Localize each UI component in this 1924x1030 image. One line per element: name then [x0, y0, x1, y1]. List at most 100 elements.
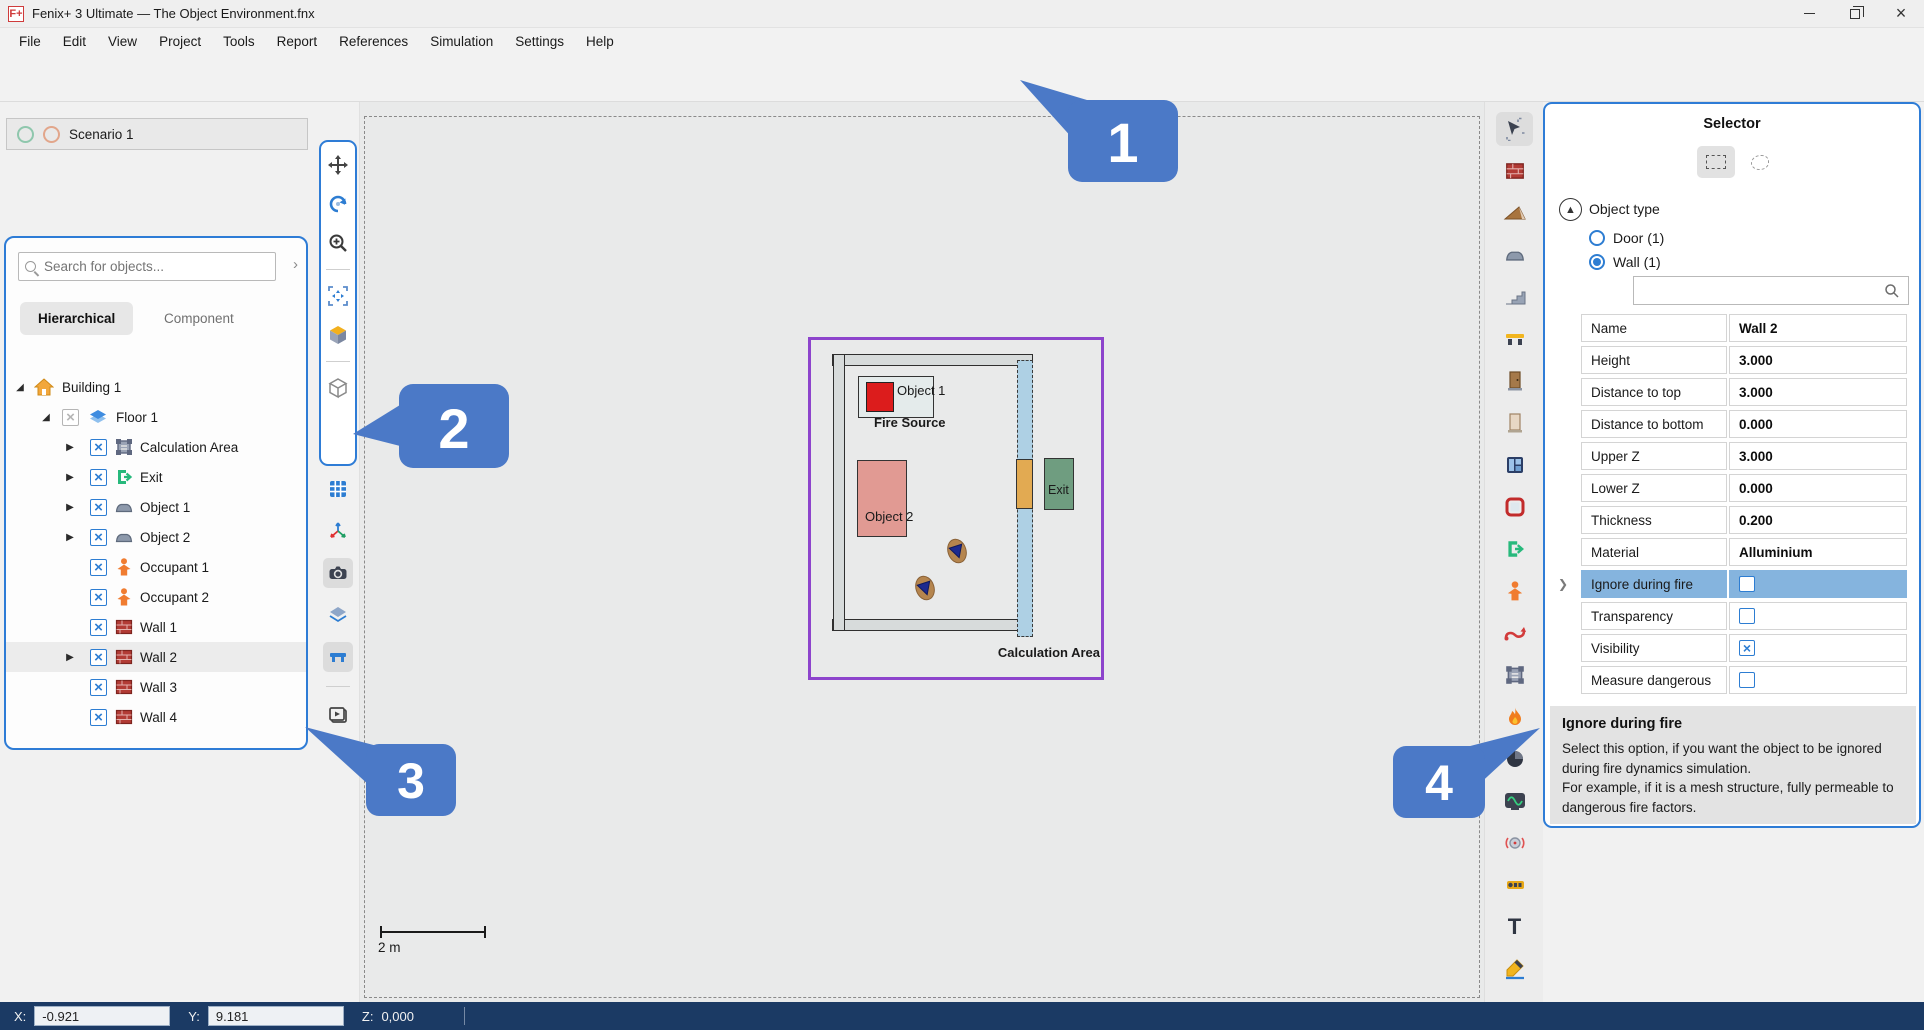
move-tool-button[interactable] [323, 150, 353, 180]
expander-collapsed-icon[interactable]: ▶ [64, 502, 76, 513]
visibility-checkbox[interactable]: × [90, 469, 107, 486]
device-tool-button[interactable] [1496, 868, 1533, 902]
tree-item-occupant-1[interactable]: × Occupant 1 [6, 552, 306, 582]
exit-tool-button[interactable] [1496, 532, 1533, 566]
tree-item-wall-2[interactable]: ▶ × Wall 2 [6, 642, 306, 672]
tree-item-object-2[interactable]: ▶ × Object 2 [6, 522, 306, 552]
axes-toggle-button[interactable] [323, 516, 353, 546]
row-expand-chevron-icon[interactable]: ❯ [1545, 568, 1581, 600]
occupant-2-marker[interactable] [912, 573, 938, 603]
transparency-checkbox[interactable] [1739, 608, 1755, 624]
visibility-checkbox[interactable]: × [90, 529, 107, 546]
tab-hierarchical[interactable]: Hierarchical [20, 302, 133, 335]
tree-item-calculation-area[interactable]: ▶ × Calculation Area [6, 432, 306, 462]
tree-item-wall-3[interactable]: × Wall 3 [6, 672, 306, 702]
lasso-select-mode-button[interactable] [1741, 146, 1779, 178]
object-type-option-door[interactable]: Door (1) [1589, 230, 1664, 246]
fit-selection-tool-button[interactable] [323, 281, 353, 311]
menu-settings[interactable]: Settings [504, 30, 575, 53]
door-1[interactable] [1016, 459, 1033, 509]
menu-report[interactable]: Report [266, 30, 329, 53]
calc-area-tool-button[interactable] [1496, 658, 1533, 692]
tree-item-object-1[interactable]: ▶ × Object 1 [6, 492, 306, 522]
visibility-checkbox[interactable]: × [90, 499, 107, 516]
material-dropdown[interactable]: Alluminium ▼ [1729, 538, 1907, 566]
visibility-checkbox[interactable]: × [90, 649, 107, 666]
search-submit-chevron-icon[interactable]: › [293, 256, 298, 273]
collapse-object-type-button[interactable]: ▲ [1559, 198, 1582, 221]
tree-item-exit[interactable]: ▶ × Exit [6, 462, 306, 492]
menu-edit[interactable]: Edit [52, 30, 97, 53]
object-2-shape[interactable] [857, 460, 907, 537]
x-coordinate-input[interactable] [34, 1006, 170, 1026]
visibility-checkbox[interactable]: × [62, 409, 79, 426]
stairs-tool-button[interactable] [1496, 280, 1533, 314]
visibility-checkbox[interactable]: × [90, 589, 107, 606]
radio-unchecked-icon[interactable] [1589, 230, 1605, 246]
grid-toggle-button[interactable] [323, 474, 353, 504]
visibility-checkbox[interactable]: × [90, 709, 107, 726]
visibility-checkbox[interactable]: × [90, 619, 107, 636]
tree-item-floor-1[interactable]: ◢ × Floor 1 [6, 402, 306, 432]
tree-item-wall-4[interactable]: × Wall 4 [6, 702, 306, 732]
expander-collapsed-icon[interactable]: ▶ [64, 442, 76, 453]
menu-references[interactable]: References [328, 30, 419, 53]
text-tool-button[interactable]: T [1496, 910, 1533, 944]
occupant-tool-button[interactable] [1496, 574, 1533, 608]
camera-tool-button[interactable] [323, 558, 353, 588]
menu-project[interactable]: Project [148, 30, 212, 53]
window-tool-button[interactable] [1496, 448, 1533, 482]
zoom-tool-button[interactable] [323, 228, 353, 258]
property-value[interactable]: 0.200 [1729, 506, 1907, 534]
property-value[interactable]: 0.000 [1729, 410, 1907, 438]
tree-item-building-1[interactable]: ◢ Building 1 [6, 372, 306, 402]
visibility-checkbox[interactable]: × [1739, 640, 1755, 656]
property-filter-input[interactable] [1642, 282, 1884, 299]
property-value[interactable]: Wall 2 [1729, 314, 1907, 342]
ignore-during-fire-checkbox[interactable] [1739, 576, 1755, 592]
expander-expanded-icon[interactable]: ◢ [40, 412, 52, 423]
expander-expanded-icon[interactable]: ◢ [14, 382, 26, 393]
visibility-checkbox[interactable]: × [90, 439, 107, 456]
radio-checked-icon[interactable] [1589, 254, 1605, 270]
wall-top[interactable] [832, 354, 1033, 366]
floor-plan-canvas[interactable]: Calculation Area Exit Object 1 Fire Sour… [360, 102, 1484, 1002]
menu-help[interactable]: Help [575, 30, 625, 53]
menu-tools[interactable]: Tools [212, 30, 266, 53]
scenario-row[interactable]: Scenario 1 [6, 118, 308, 150]
object-search-input[interactable] [42, 258, 269, 275]
property-value[interactable]: 3.000 [1729, 378, 1907, 406]
wall-tool-button[interactable] [1496, 154, 1533, 188]
visibility-checkbox[interactable]: × [90, 559, 107, 576]
tab-component[interactable]: Component [146, 302, 252, 335]
door-tool-button[interactable] [1496, 364, 1533, 398]
property-value[interactable]: 3.000 [1729, 346, 1907, 374]
tree-item-wall-1[interactable]: × Wall 1 [6, 612, 306, 642]
orbit-tool-button[interactable] [323, 189, 353, 219]
view-tool-button[interactable] [1496, 742, 1533, 776]
select-tool-button[interactable] [1496, 112, 1533, 146]
object-tool-button[interactable] [1496, 238, 1533, 272]
minimize-button[interactable] [1786, 0, 1832, 28]
doorway-tool-button[interactable] [1496, 406, 1533, 440]
visibility-checkbox[interactable]: × [90, 679, 107, 696]
ramp-tool-button[interactable] [1496, 196, 1533, 230]
presentation-tool-button[interactable] [323, 701, 353, 731]
alarm-tool-button[interactable] [1496, 826, 1533, 860]
menu-view[interactable]: View [97, 30, 148, 53]
property-value[interactable]: 0.000 [1729, 474, 1907, 502]
wireframe-tool-button[interactable] [323, 373, 353, 403]
expander-collapsed-icon[interactable]: ▶ [64, 532, 76, 543]
furniture-tool-button[interactable] [1496, 322, 1533, 356]
wall-left[interactable] [833, 354, 845, 631]
measure-dangerous-checkbox[interactable] [1739, 672, 1755, 688]
fire-source-tool-button[interactable] [1496, 700, 1533, 734]
fire-source-shape[interactable] [866, 382, 894, 412]
restore-button[interactable] [1832, 0, 1878, 28]
menu-file[interactable]: File [8, 30, 52, 53]
furniture-layer-button[interactable] [323, 642, 353, 672]
view-3d-tool-button[interactable] [323, 320, 353, 350]
wall-bottom[interactable] [832, 619, 1033, 631]
rect-select-mode-button[interactable] [1697, 146, 1735, 178]
layers-tool-button[interactable] [323, 600, 353, 630]
